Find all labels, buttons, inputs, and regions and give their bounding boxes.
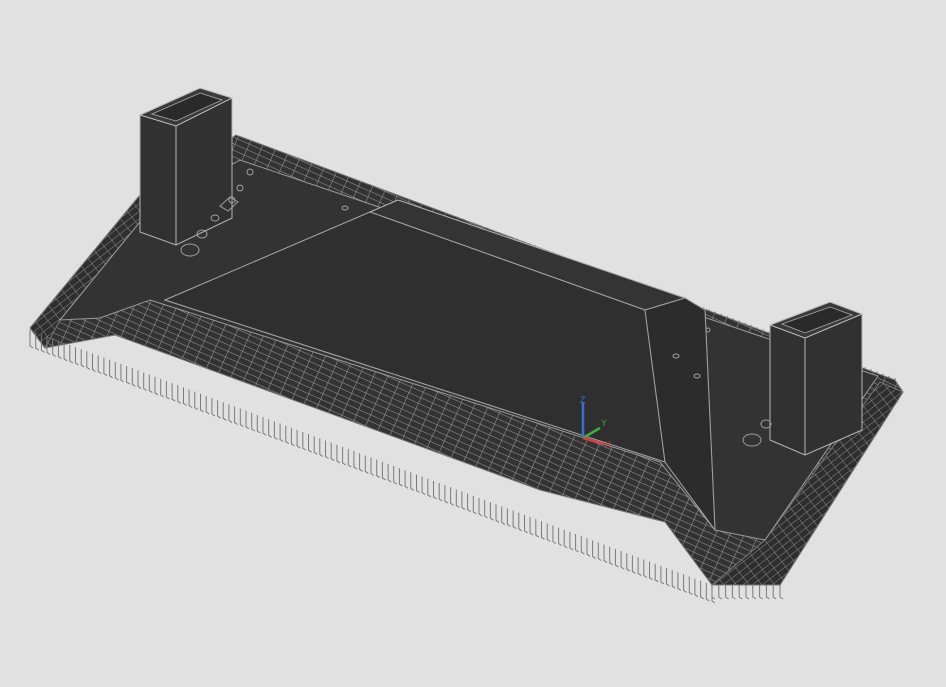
ucs-x-label: X: [605, 440, 611, 450]
left-column: [138, 87, 234, 246]
model-3d-view[interactable]: Z Y X: [0, 0, 946, 687]
model-viewport[interactable]: Z Y X: [0, 0, 946, 687]
ucs-y-label: Y: [601, 418, 607, 428]
ucs-z-label: Z: [580, 395, 586, 405]
right-column: [768, 301, 864, 456]
